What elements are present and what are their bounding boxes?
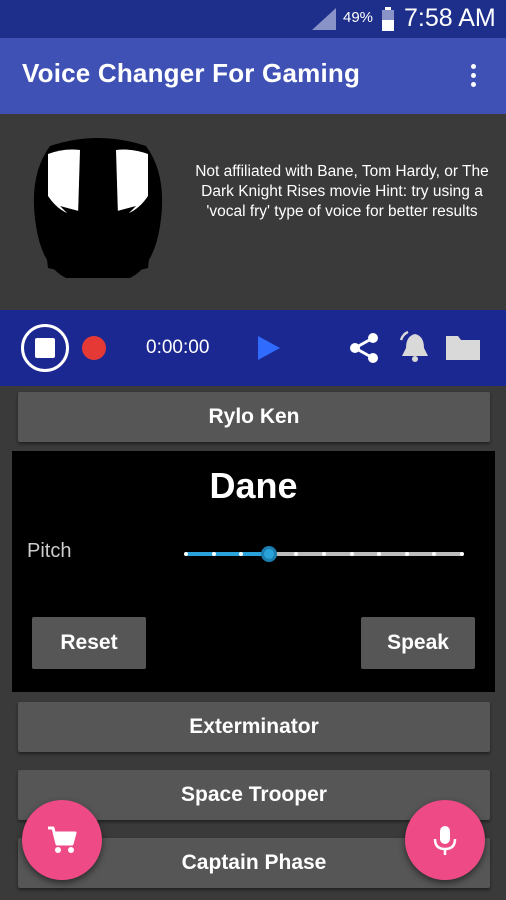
disclaimer-text: Not affiliated with Bane, Tom Hardy, or … xyxy=(195,163,489,220)
status-bar: 49% 7:58 AM xyxy=(0,0,506,38)
microphone-icon xyxy=(433,826,457,855)
mic-fab[interactable] xyxy=(405,800,485,880)
app-title: Voice Changer For Gaming xyxy=(22,58,361,88)
selected-voice-card: Dane Pitch Reset Speak xyxy=(12,451,495,692)
stop-icon[interactable] xyxy=(21,324,69,372)
bell-icon[interactable] xyxy=(398,330,432,364)
pitch-tick xyxy=(404,552,409,556)
overflow-menu-icon[interactable] xyxy=(466,62,480,92)
share-icon[interactable] xyxy=(348,332,380,364)
hero-banner: Not affiliated with Bane, Tom Hardy, or … xyxy=(0,114,506,310)
shop-fab[interactable] xyxy=(22,800,102,880)
pitch-tick xyxy=(460,552,464,556)
playback-time: 0:00:00 xyxy=(146,337,210,358)
reset-button[interactable]: Reset xyxy=(32,617,146,669)
play-icon[interactable] xyxy=(258,336,280,360)
pitch-thumb[interactable] xyxy=(260,546,277,562)
battery-icon xyxy=(382,7,394,31)
voice-button-exterminator[interactable]: Exterminator xyxy=(18,702,490,752)
pitch-tick xyxy=(322,552,326,556)
pitch-tick xyxy=(184,552,188,556)
clock: 7:58 AM xyxy=(404,4,496,32)
folder-icon[interactable] xyxy=(446,332,480,360)
pitch-fill xyxy=(186,552,269,556)
pitch-label: Pitch xyxy=(27,540,72,562)
signal-icon xyxy=(312,8,336,30)
app-bar: Voice Changer For Gaming xyxy=(0,38,506,114)
shopping-cart-icon xyxy=(48,826,77,853)
battery-percent: 49% xyxy=(343,9,374,26)
record-icon[interactable] xyxy=(82,336,106,360)
player-bar: 0:00:00 xyxy=(0,310,506,386)
voice-name: Dane xyxy=(209,465,298,506)
pitch-slider[interactable] xyxy=(184,544,464,564)
pitch-tick xyxy=(211,552,216,556)
speak-button[interactable]: Speak xyxy=(361,617,475,669)
bane-mask-icon xyxy=(33,138,163,278)
voice-button-rylo-ken[interactable]: Rylo Ken xyxy=(18,392,490,442)
pitch-tick xyxy=(349,552,354,556)
